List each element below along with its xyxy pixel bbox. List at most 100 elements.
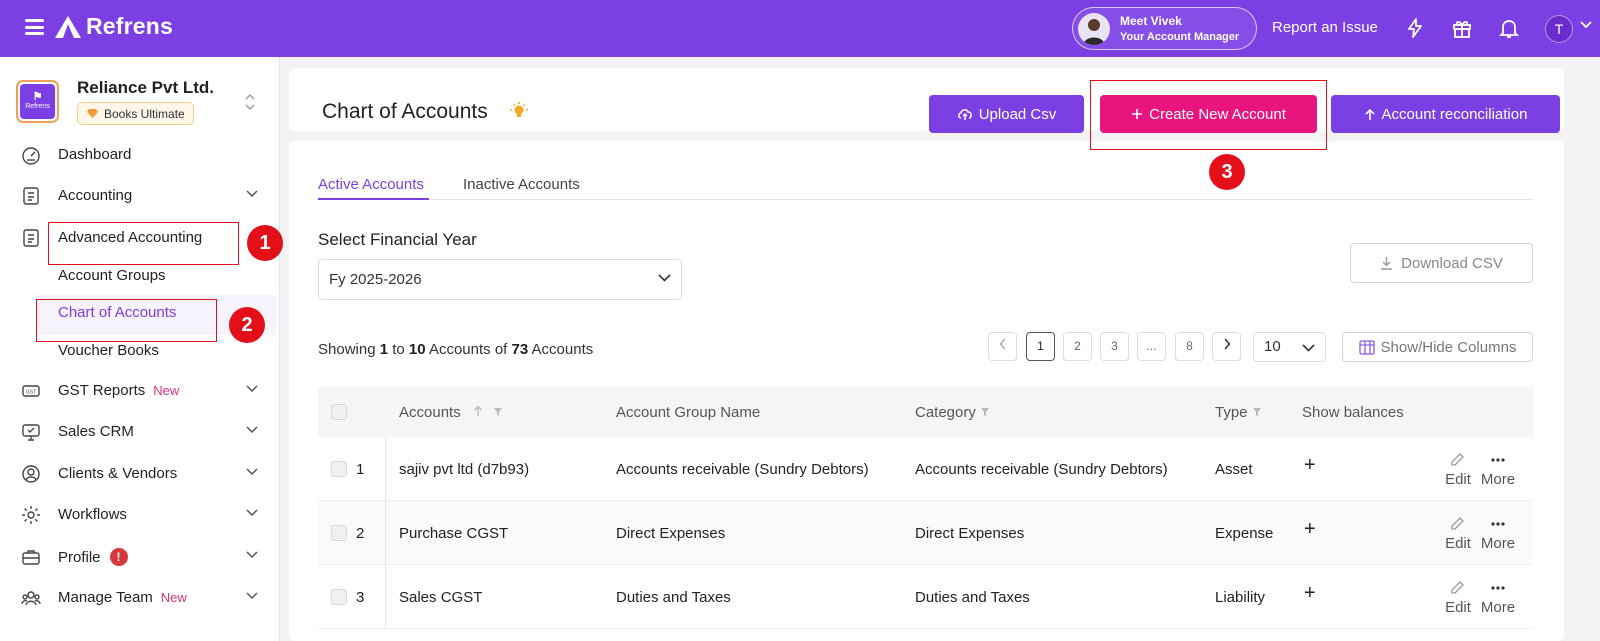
show-balance-button[interactable]: + (1304, 518, 1316, 541)
table-row[interactable]: 2 Purchase CGST Direct Expenses Direct E… (318, 501, 1533, 565)
filter-icon[interactable] (980, 407, 990, 417)
chevron-down-icon (246, 592, 258, 600)
page-button[interactable]: 1 (1026, 332, 1055, 361)
account-group: Duties and Taxes (616, 589, 731, 606)
pencil-icon (1451, 517, 1464, 530)
team-icon (21, 591, 41, 606)
sidebar-item-gst-reports[interactable]: GST GST Reports New (0, 373, 279, 409)
chevron-down-icon (246, 551, 258, 559)
more-button[interactable]: More (1480, 515, 1516, 552)
page-button[interactable]: 2 (1063, 332, 1092, 361)
filter-icon[interactable] (1252, 407, 1262, 417)
user-avatar[interactable]: T (1545, 15, 1573, 43)
sort-arrow-icon[interactable] (473, 405, 483, 417)
row-checkbox[interactable] (331, 525, 347, 541)
chevron-right-icon (1223, 338, 1231, 350)
select-all-checkbox[interactable] (331, 404, 347, 420)
rows-per-page-select[interactable]: 10 (1253, 332, 1326, 362)
sidebar: ⚑ Refrens Reliance Pvt Ltd. Books Ultimat… (0, 57, 280, 641)
financial-year-label: Select Financial Year (318, 230, 477, 249)
annotation-box-advanced-accounting (48, 222, 239, 265)
row-checkbox[interactable] (331, 461, 347, 477)
sidebar-item-accounting[interactable]: Accounting (0, 178, 279, 214)
annotation-marker-3: 3 (1209, 154, 1245, 190)
filter-icon[interactable] (493, 407, 503, 417)
account-type: Expense (1215, 525, 1274, 542)
sidebar-item-manage-team[interactable]: Manage Team New (0, 580, 279, 616)
app-name: Refrens (86, 13, 174, 39)
column-header-accounts[interactable]: Accounts (399, 404, 503, 421)
account-name[interactable]: Purchase CGST (399, 525, 508, 542)
account-reconciliation-button[interactable]: Account reconciliation (1331, 95, 1560, 133)
svg-text:GST: GST (26, 390, 36, 396)
chevron-down-icon (246, 468, 258, 476)
company-switch-icon[interactable] (245, 92, 255, 114)
show-balance-button[interactable]: + (1304, 582, 1316, 605)
menu-icon[interactable] (25, 19, 44, 35)
pencil-icon (1451, 581, 1464, 594)
row-number: 3 (356, 589, 365, 606)
more-dots-icon (1491, 522, 1505, 526)
financial-year-select[interactable]: Fy 2025-2026 (318, 259, 682, 300)
cloud-upload-icon (957, 109, 972, 120)
report-issue-link[interactable]: Report an Issue (1272, 19, 1378, 36)
download-csv-button[interactable]: Download CSV (1350, 243, 1533, 283)
chevron-down-icon (246, 190, 258, 198)
pencil-icon (1451, 453, 1464, 466)
sidebar-item-dashboard[interactable]: Dashboard (0, 137, 279, 173)
sidebar-item-clients-vendors[interactable]: Clients & Vendors (0, 456, 279, 492)
account-category: Accounts receivable (Sundry Debtors) (915, 461, 1168, 478)
row-number: 1 (356, 461, 365, 478)
page-ellipsis[interactable]: ... (1137, 332, 1166, 361)
account-group: Accounts receivable (Sundry Debtors) (616, 461, 869, 478)
more-dots-icon (1491, 586, 1505, 590)
page-button[interactable]: 3 (1100, 332, 1129, 361)
account-name[interactable]: sajiv pvt ltd (d7b93) (399, 461, 529, 478)
more-button[interactable]: More (1480, 451, 1516, 488)
next-page-button[interactable] (1212, 332, 1241, 361)
more-dots-icon (1491, 458, 1505, 462)
column-header-type[interactable]: Type (1215, 404, 1262, 421)
bell-icon[interactable] (1497, 16, 1521, 40)
chevron-down-icon (246, 385, 258, 393)
account-manager-pill[interactable]: Meet Vivek Your Account Manager (1072, 7, 1257, 50)
column-header-group: Account Group Name (616, 404, 761, 421)
table-row[interactable]: 3 Sales CGST Duties and Taxes Duties and… (318, 565, 1533, 629)
manager-name: Meet Vivek (1120, 14, 1182, 28)
lightning-icon[interactable] (1403, 16, 1427, 40)
chevron-down-icon[interactable] (1580, 21, 1592, 29)
app-logo[interactable]: Refrens (54, 13, 173, 40)
company-name[interactable]: Reliance Pvt Ltd. (77, 78, 214, 98)
row-checkbox[interactable] (331, 589, 347, 605)
top-bar: Refrens Meet Vivek Your Account Manager … (0, 0, 1600, 57)
manager-role: Your Account Manager (1120, 31, 1240, 43)
page-button[interactable]: 8 (1175, 332, 1204, 361)
chevron-down-icon (658, 274, 671, 282)
column-header-category[interactable]: Category (915, 404, 990, 421)
tab-inactive-accounts[interactable]: Inactive Accounts (463, 176, 580, 193)
annotation-marker-1: 1 (247, 225, 283, 261)
sidebar-item-workflows[interactable]: Workflows (0, 497, 279, 533)
account-name[interactable]: Sales CGST (399, 589, 482, 606)
alert-badge: ! (109, 548, 128, 566)
briefcase-icon (22, 550, 40, 565)
lightbulb-icon[interactable] (509, 101, 529, 121)
sidebar-subitem-account-groups[interactable]: Account Groups (58, 267, 166, 284)
show-balance-button[interactable]: + (1304, 454, 1316, 477)
more-button[interactable]: More (1480, 579, 1516, 616)
table-row[interactable]: 1 sajiv pvt ltd (d7b93) Accounts receiva… (318, 437, 1533, 501)
edit-button[interactable]: Edit (1441, 515, 1475, 552)
row-number: 2 (356, 525, 365, 542)
column-header-balances: Show balances (1302, 404, 1404, 421)
upload-csv-button[interactable]: Upload Csv (929, 95, 1084, 133)
company-logo: ⚑ Refrens (16, 80, 59, 123)
edit-button[interactable]: Edit (1441, 451, 1475, 488)
sidebar-item-profile[interactable]: Profile! (0, 539, 279, 575)
sidebar-item-sales-crm[interactable]: Sales CRM (0, 414, 279, 450)
tab-active-accounts[interactable]: Active Accounts (318, 176, 424, 193)
gift-icon[interactable] (1450, 16, 1474, 40)
sidebar-subitem-voucher-books[interactable]: Voucher Books (58, 342, 159, 359)
prev-page-button[interactable] (988, 332, 1017, 361)
edit-button[interactable]: Edit (1441, 579, 1475, 616)
show-hide-columns-button[interactable]: Show/Hide Columns (1342, 332, 1533, 362)
